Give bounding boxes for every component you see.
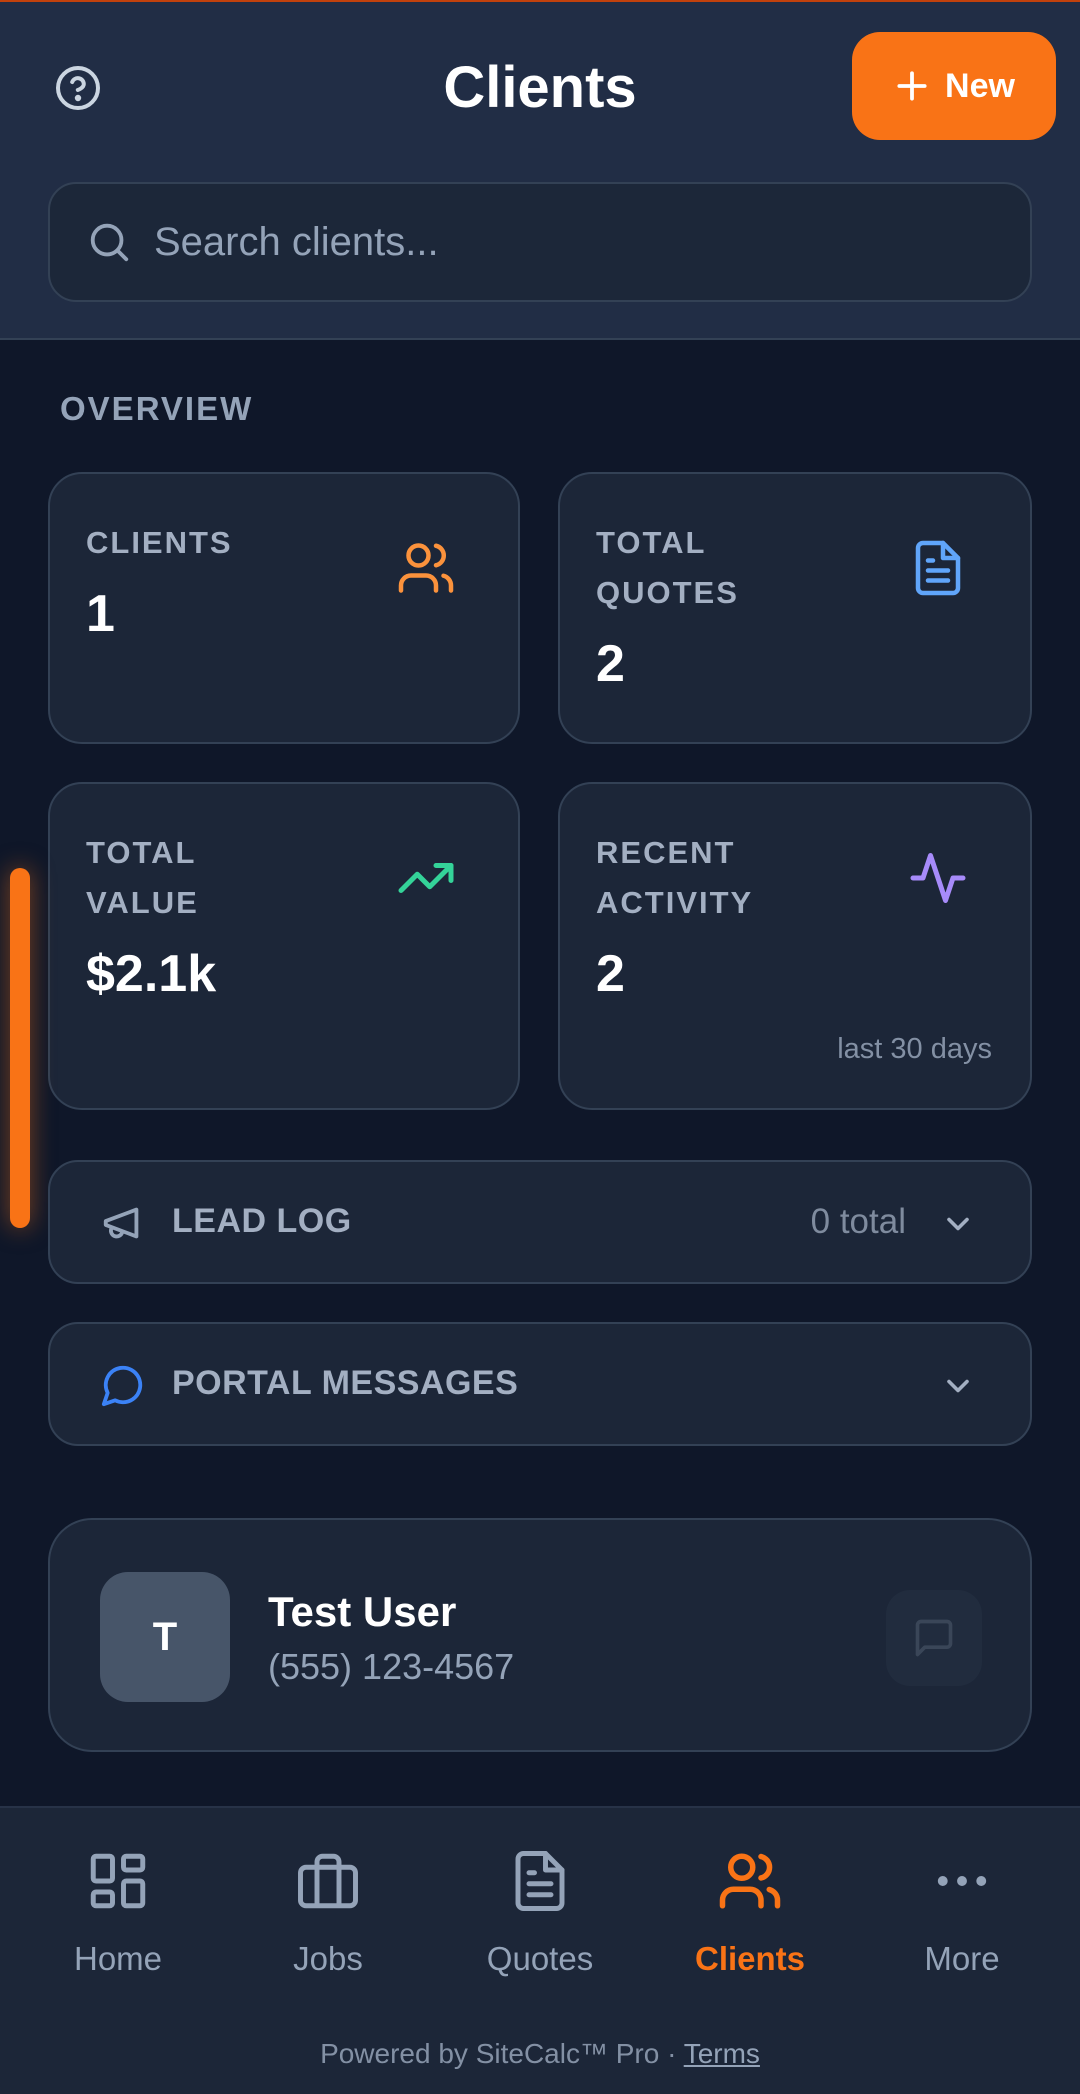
app: Clients New OVERVIEW CLIENTS 1 TOTAL QUO…: [0, 0, 1080, 2094]
portal-messages-accordion[interactable]: PORTAL MESSAGES: [48, 1322, 1032, 1446]
terms-link[interactable]: Terms: [684, 2038, 760, 2069]
search-icon: [90, 223, 129, 262]
message-square-icon: [915, 1619, 953, 1657]
new-button-label: New: [945, 66, 1015, 105]
nav-item-clients[interactable]: Clients: [642, 1848, 858, 1988]
chevron-down-icon: [947, 1379, 969, 1393]
stat-label: RECENT ACTIVITY: [596, 835, 754, 920]
document-icon: [915, 540, 961, 596]
nav-item-more[interactable]: More: [854, 1848, 1070, 1988]
message-client-button[interactable]: [886, 1590, 982, 1686]
portal-messages-title: PORTAL MESSAGES: [172, 1364, 519, 1402]
stat-value: 2: [596, 635, 625, 693]
home-grid-icon: [90, 1853, 146, 1909]
stat-card-total-value[interactable]: TOTAL VALUE $2.1k: [48, 782, 520, 1110]
client-list-item[interactable]: T Test User (555) 123-4567: [48, 1518, 1032, 1752]
search-box[interactable]: [48, 182, 1032, 302]
powered-by-text: Powered by SiteCalc™ Pro ·: [320, 2038, 684, 2069]
stat-card-total-quotes[interactable]: TOTAL QUOTES 2: [558, 472, 1032, 744]
stat-value: 1: [86, 585, 115, 643]
client-phone: (555) 123-4567: [268, 1646, 515, 1687]
nav-label: More: [924, 1940, 1000, 1977]
lead-log-count: 0 total: [810, 1202, 906, 1241]
nav-item-jobs[interactable]: Jobs: [220, 1848, 436, 1988]
nav-label: Jobs: [293, 1940, 363, 1977]
nav-label: Home: [73, 1940, 163, 1977]
stat-label: CLIENTS: [86, 525, 233, 560]
more-dots-icon: [937, 1876, 987, 1886]
stat-card-clients[interactable]: CLIENTS 1: [48, 472, 520, 744]
search-input[interactable]: [154, 219, 974, 265]
lead-log-accordion[interactable]: LEAD LOG 0 total: [48, 1160, 1032, 1284]
document-icon: [515, 1851, 565, 1911]
stat-label: TOTAL VALUE: [86, 835, 199, 920]
briefcase-icon: [298, 1853, 358, 1909]
stat-subtext: last 30 days: [837, 1033, 992, 1065]
users-icon: [398, 543, 454, 593]
stat-card-recent-activity[interactable]: RECENT ACTIVITY 2 last 30 days: [558, 782, 1032, 1110]
nav-item-quotes[interactable]: Quotes: [432, 1848, 648, 1988]
plus-icon: [897, 71, 927, 101]
new-client-button[interactable]: New: [852, 32, 1056, 140]
nav-label: Quotes: [486, 1940, 594, 1977]
header: Clients New: [0, 0, 1080, 340]
client-name: Test User: [268, 1588, 457, 1635]
nav-label: Clients: [694, 1940, 806, 1977]
side-drawer-handle[interactable]: [10, 868, 30, 1228]
activity-icon: [910, 853, 966, 903]
avatar: T: [100, 1572, 230, 1702]
stat-label: TOTAL QUOTES: [596, 525, 739, 610]
stat-value: 2: [596, 945, 625, 1003]
overview-label: OVERVIEW: [60, 390, 254, 427]
footer: Powered by SiteCalc™ Pro · Terms: [0, 2038, 1080, 2070]
nav-item-home[interactable]: Home: [10, 1848, 226, 1988]
megaphone-icon: [103, 1207, 139, 1239]
users-icon: [719, 1853, 781, 1909]
lead-log-title: LEAD LOG: [172, 1202, 352, 1240]
chevron-down-icon: [947, 1217, 969, 1231]
trending-up-icon: [398, 863, 454, 893]
stat-value: $2.1k: [86, 945, 217, 1003]
message-circle-icon: [101, 1365, 143, 1407]
